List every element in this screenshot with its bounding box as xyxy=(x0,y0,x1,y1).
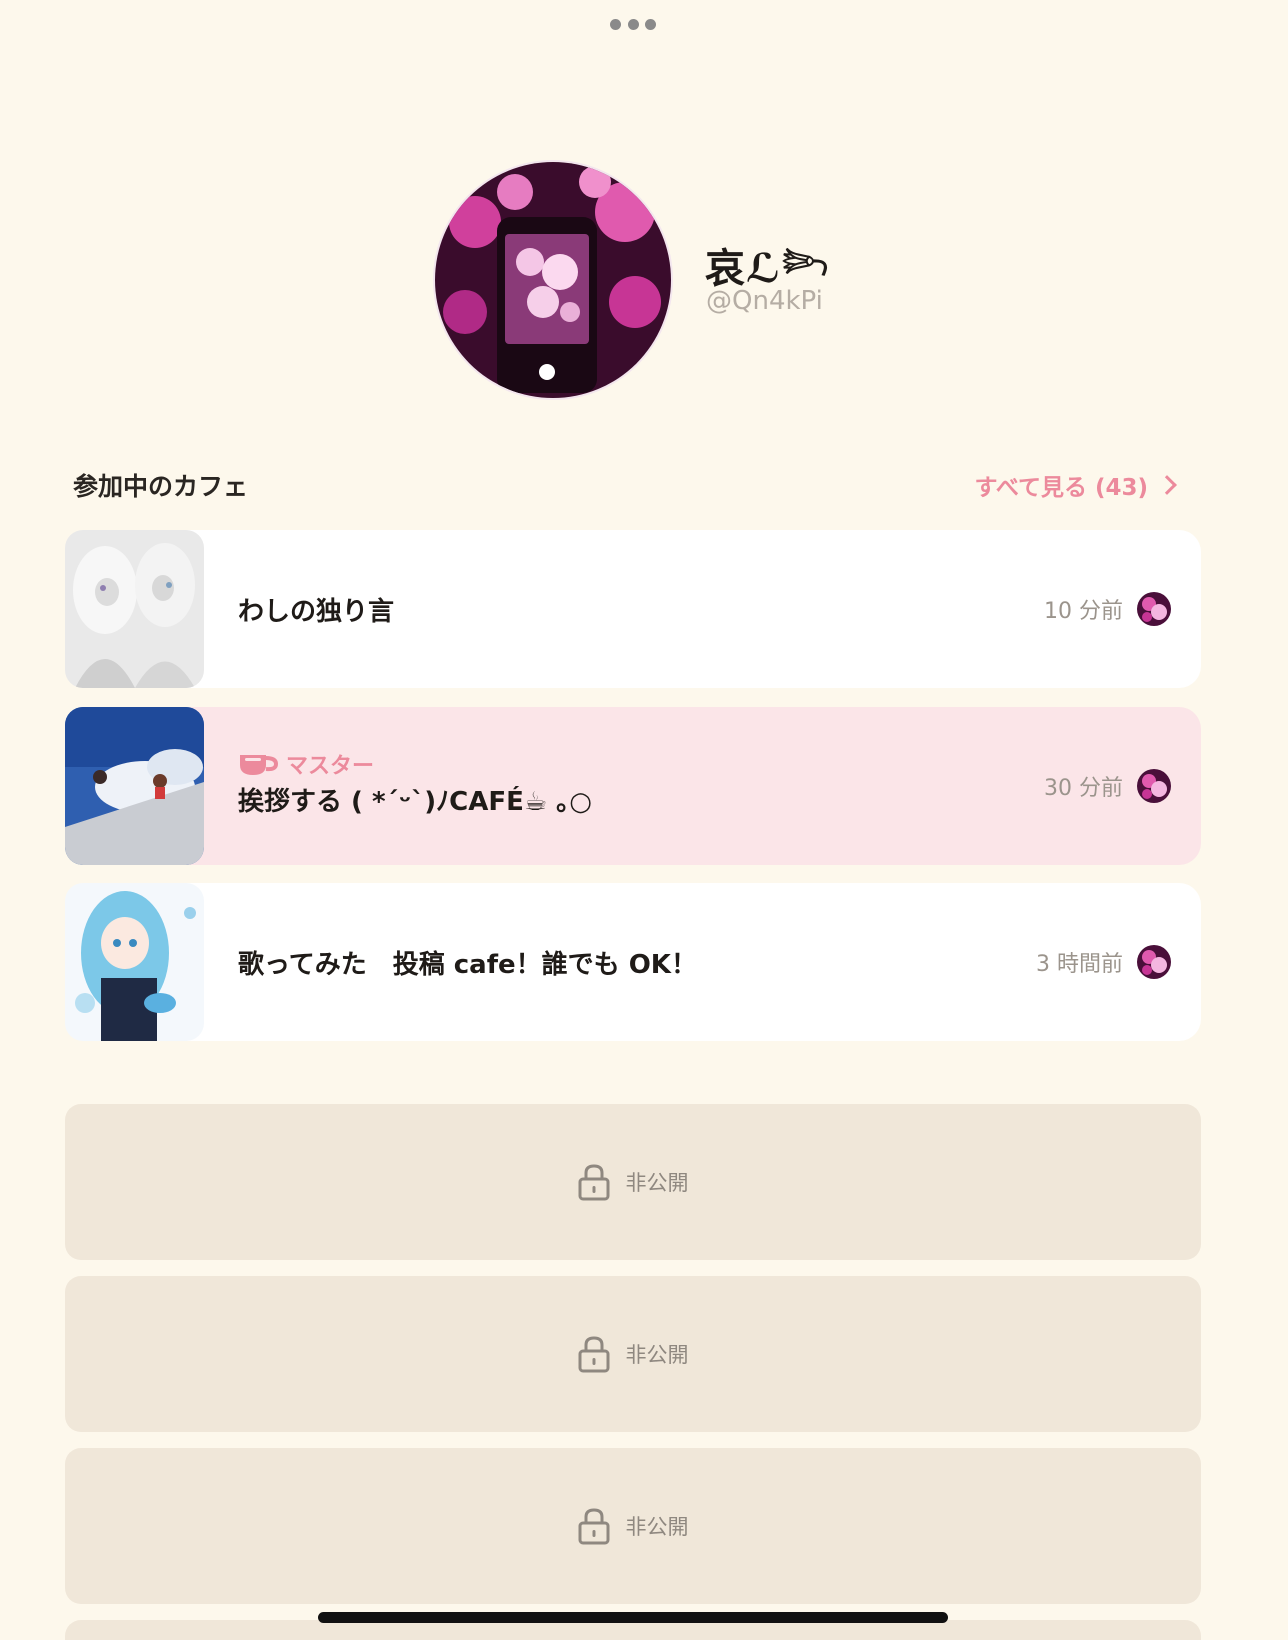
member-avatar xyxy=(1137,592,1171,626)
private-cafe-card: 非公開 xyxy=(65,1448,1201,1604)
cafe-last-active: 3 時間前 xyxy=(1036,952,1123,977)
member-avatar xyxy=(1137,769,1171,803)
cafe-name: 歌ってみた 投稿 cafe！誰でも OK！ xyxy=(238,949,697,980)
see-all-label: すべて見る (43) xyxy=(974,475,1148,501)
cafe-name: わしの独り言 xyxy=(238,596,395,627)
master-badge: マスター xyxy=(238,749,592,779)
master-label: マスター xyxy=(286,754,375,779)
lock-icon xyxy=(578,1508,609,1545)
cafe-thumbnail xyxy=(65,707,204,865)
cafe-card[interactable]: 歌ってみた 投稿 cafe！誰でも OK！ 3 時間前 xyxy=(65,883,1201,1041)
cafe-last-active: 30 分前 xyxy=(1044,776,1123,801)
chevron-right-icon xyxy=(1157,475,1177,495)
lock-icon xyxy=(578,1336,609,1373)
profile-handle: @Qn4kPi xyxy=(706,286,823,316)
cafe-thumbnail xyxy=(65,530,204,688)
private-label: 非公開 xyxy=(625,1171,689,1195)
lock-icon xyxy=(578,1164,609,1201)
private-cafe-card xyxy=(65,1620,1201,1640)
cafe-thumbnail xyxy=(65,883,204,1041)
private-label: 非公開 xyxy=(625,1343,689,1367)
home-indicator xyxy=(318,1612,948,1623)
cafe-name: 挨拶する ( *´ᵕ`)ﾉCAFÉ☕ ｡○ xyxy=(238,787,592,817)
more-menu-icon[interactable] xyxy=(610,16,656,32)
section-title: 参加中のカフェ xyxy=(73,472,249,501)
private-cafe-card: 非公開 xyxy=(65,1276,1201,1432)
coffee-cup-icon xyxy=(240,755,278,775)
private-cafe-card: 非公開 xyxy=(65,1104,1201,1260)
cafe-card[interactable]: マスター 挨拶する ( *´ᵕ`)ﾉCAFÉ☕ ｡○ 30 分前 xyxy=(65,707,1201,865)
member-avatar xyxy=(1137,945,1171,979)
cafe-last-active: 10 分前 xyxy=(1044,599,1123,624)
see-all-link[interactable]: すべて見る (43) xyxy=(974,468,1180,502)
cafe-card[interactable]: わしの独り言 10 分前 xyxy=(65,530,1201,688)
private-label: 非公開 xyxy=(625,1515,689,1539)
profile-avatar[interactable] xyxy=(435,162,671,398)
